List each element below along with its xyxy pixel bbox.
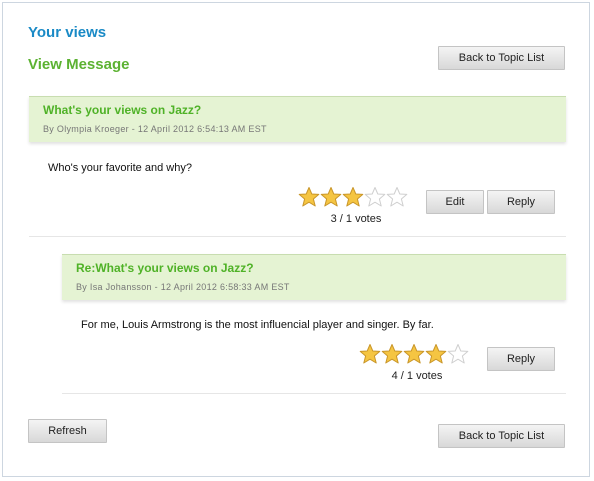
refresh-button[interactable]: Refresh bbox=[28, 419, 107, 443]
message-subject[interactable]: What's your views on Jazz? bbox=[43, 103, 201, 117]
message-header: What's your views on Jazz? By Olympia Kr… bbox=[29, 96, 566, 142]
star-filled-icon[interactable] bbox=[342, 186, 364, 208]
divider bbox=[62, 393, 566, 394]
star-filled-icon[interactable] bbox=[381, 343, 403, 365]
reply-subject[interactable]: Re:What's your views on Jazz? bbox=[76, 261, 254, 275]
star-empty-icon[interactable] bbox=[364, 186, 386, 208]
message-body: Who's your favorite and why? bbox=[48, 162, 192, 174]
reply-button[interactable]: Reply bbox=[487, 190, 555, 214]
vote-count: 3 / 1 votes bbox=[330, 213, 382, 225]
back-to-topic-list-button-top[interactable]: Back to Topic List bbox=[438, 46, 565, 70]
rating-stars[interactable] bbox=[298, 186, 408, 208]
reply-button-2[interactable]: Reply bbox=[487, 347, 555, 371]
reply-vote-count: 4 / 1 votes bbox=[391, 370, 443, 382]
divider bbox=[29, 236, 566, 237]
star-filled-icon[interactable] bbox=[359, 343, 381, 365]
star-empty-icon[interactable] bbox=[447, 343, 469, 365]
page-frame bbox=[2, 2, 590, 477]
edit-button[interactable]: Edit bbox=[426, 190, 484, 214]
back-to-topic-list-button-bottom[interactable]: Back to Topic List bbox=[438, 424, 565, 448]
reply-rating-stars[interactable] bbox=[359, 343, 469, 365]
star-filled-icon[interactable] bbox=[298, 186, 320, 208]
page-title: Your views bbox=[28, 24, 107, 41]
star-empty-icon[interactable] bbox=[386, 186, 408, 208]
star-filled-icon[interactable] bbox=[425, 343, 447, 365]
message-meta: By Olympia Kroeger - 12 April 2012 6:54:… bbox=[43, 124, 267, 134]
star-filled-icon[interactable] bbox=[403, 343, 425, 365]
reply-body: For me, Louis Armstrong is the most infl… bbox=[81, 319, 434, 331]
reply-message-header: Re:What's your views on Jazz? By Isa Joh… bbox=[62, 254, 566, 300]
star-filled-icon[interactable] bbox=[320, 186, 342, 208]
reply-meta: By Isa Johansson - 12 April 2012 6:58:33… bbox=[76, 282, 290, 292]
view-title: View Message bbox=[28, 56, 130, 73]
